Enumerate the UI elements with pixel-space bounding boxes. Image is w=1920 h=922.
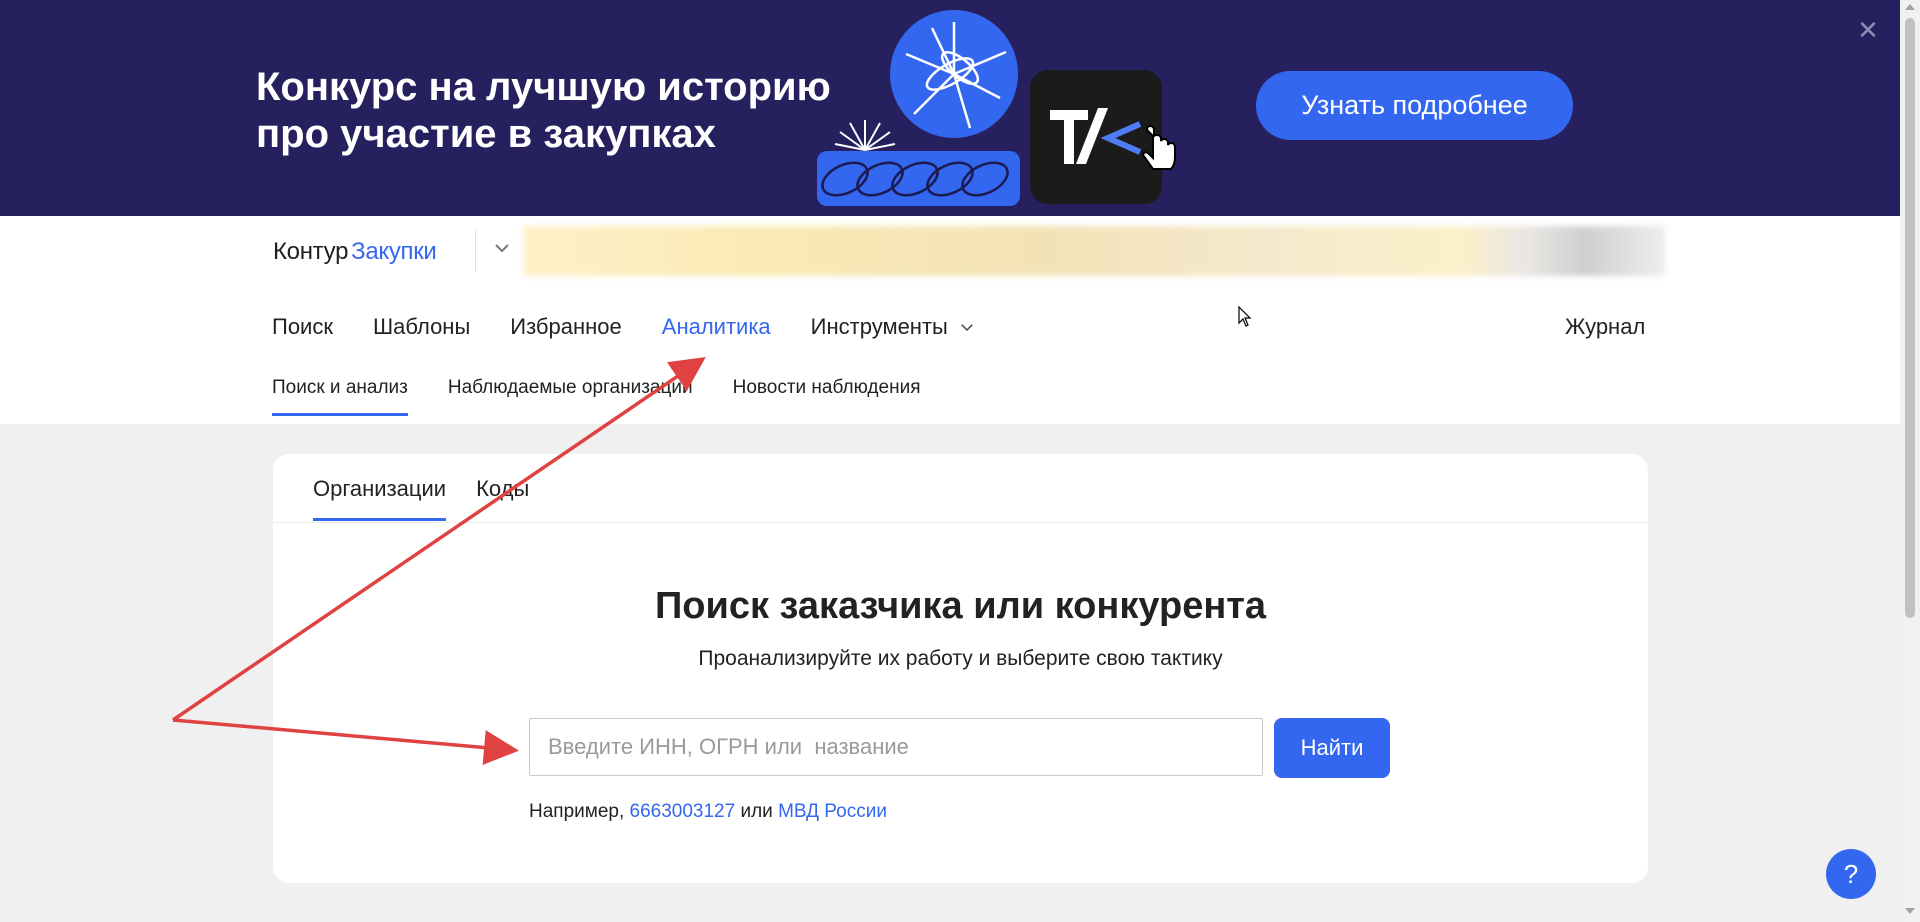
nav-item-analytics[interactable]: Аналитика	[662, 314, 771, 340]
search-button[interactable]: Найти	[1274, 718, 1390, 778]
search-input[interactable]	[529, 718, 1263, 776]
tab-codes[interactable]: Коды	[476, 476, 529, 521]
search-example: Например, 6663003127 или МВД России	[529, 801, 887, 823]
banner-cta-button[interactable]: Узнать подробнее	[1256, 71, 1573, 140]
logo-divider	[475, 230, 476, 272]
scroll-up-icon[interactable]	[1905, 4, 1915, 10]
nav-item-journal[interactable]: Журнал	[1565, 307, 1645, 347]
logo[interactable]: Контур Закупки	[273, 238, 437, 266]
promo-banner: Конкурс на лучшую историю про участие в …	[0, 0, 1900, 216]
blurred-header-area	[523, 226, 1665, 276]
subnav-item-watch-news[interactable]: Новости наблюдения	[733, 377, 921, 416]
nav-item-search[interactable]: Поиск	[272, 314, 333, 340]
tabs-divider	[273, 522, 1648, 523]
subnav-item-watched-orgs[interactable]: Наблюдаемые организации	[448, 377, 693, 416]
page-scrollbar[interactable]	[1900, 0, 1920, 922]
help-button[interactable]: ?	[1826, 849, 1876, 899]
search-subtitle: Проанализируйте их работу и выберите сво…	[698, 647, 1223, 670]
nav-item-favorites[interactable]: Избранное	[510, 314, 622, 340]
search-title: Поиск заказчика или конкурента	[654, 585, 1267, 627]
scroll-down-icon[interactable]	[1905, 908, 1915, 914]
example-or: или	[740, 801, 773, 822]
banner-illustration	[817, 10, 1176, 206]
main-nav: Поиск Шаблоны Избранное Аналитика Инстру…	[272, 307, 1016, 347]
scrollbar-thumb[interactable]	[1905, 18, 1915, 618]
logo-zakupki: Закупки	[351, 238, 437, 265]
subnav-item-search-analysis[interactable]: Поиск и анализ	[272, 377, 408, 416]
close-icon[interactable]: ✕	[1856, 17, 1880, 43]
search-card: Организации Коды Поиск заказчика или кон…	[273, 454, 1648, 883]
search-tabs: Организации Коды	[313, 476, 559, 521]
mouse-cursor-icon	[1238, 306, 1252, 327]
sub-nav: Поиск и анализ Наблюдаемые организации Н…	[272, 377, 960, 416]
logo-kontur: Контур	[273, 238, 349, 265]
banner-title-line2: про участие в закупках	[256, 112, 716, 156]
nav-item-templates[interactable]: Шаблоны	[373, 314, 470, 340]
example-link-mvd[interactable]: МВД России	[778, 801, 887, 822]
nav-item-tools[interactable]: Инструменты	[811, 314, 976, 340]
tab-organizations[interactable]: Организации	[313, 476, 447, 521]
chevron-down-icon[interactable]	[490, 236, 514, 260]
nav-item-tools-label: Инструменты	[810, 314, 948, 339]
example-link-inn[interactable]: 6663003127	[630, 801, 736, 822]
banner-title-line1: Конкурс на лучшую историю	[256, 65, 831, 109]
example-prefix: Например,	[529, 801, 625, 822]
banner-title: Конкурс на лучшую историю про участие в …	[256, 64, 831, 158]
site-header: Контур Закупки Поиск Шаблоны Избранное Ан…	[0, 216, 1900, 424]
chevron-down-icon	[961, 324, 973, 332]
